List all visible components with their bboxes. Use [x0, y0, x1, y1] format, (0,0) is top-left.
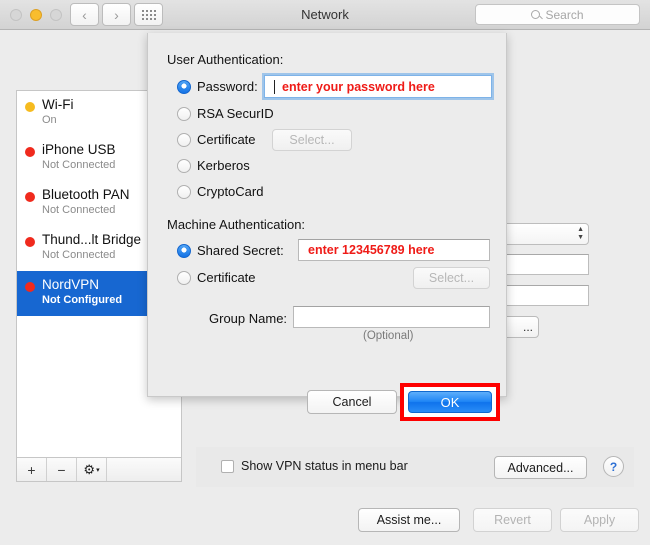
radio-label: CryptoCard [197, 184, 264, 199]
radio-indicator [177, 106, 191, 121]
show-vpn-status-checkbox[interactable]: Show VPN status in menu bar [221, 459, 408, 473]
gear-icon: ⚙ [83, 461, 96, 477]
service-status: Not Connected [42, 204, 116, 216]
password-input[interactable]: enter your password here [264, 75, 492, 98]
machine-certificate-select-button: Select... [413, 267, 490, 289]
radio-kerberos[interactable]: Kerberos [177, 158, 250, 173]
remove-service-button[interactable]: − [47, 458, 77, 481]
show-vpn-status-label: Show VPN status in menu bar [241, 459, 408, 473]
titlebar: ‹ › Network Search [0, 0, 650, 30]
password-value: enter your password here [282, 79, 435, 94]
service-actions-button[interactable]: ⚙ ▾ [77, 458, 107, 481]
user-certificate-select-button: Select... [272, 129, 352, 151]
stepper-icon: ▲ ▼ [577, 226, 584, 241]
service-name: iPhone USB [42, 142, 116, 157]
shared-secret-input[interactable]: enter 123456789 here [298, 239, 490, 261]
service-status: Not Connected [42, 249, 116, 261]
radio-label: Kerberos [197, 158, 250, 173]
search-placeholder: Search [545, 7, 584, 22]
service-name: Bluetooth PAN [42, 187, 130, 202]
revert-button: Revert [473, 508, 552, 532]
radio-label: Certificate [197, 132, 256, 147]
footer-bar: Assist me... Revert Apply [0, 500, 650, 545]
ok-button-highlight: OK [400, 383, 500, 421]
radio-label: Password: [197, 79, 258, 94]
ok-button[interactable]: OK [408, 391, 492, 413]
radio-user-certificate[interactable]: Certificate [177, 132, 256, 147]
configuration-popup[interactable]: ▲ ▼ [493, 223, 589, 245]
group-name-input[interactable] [293, 306, 490, 328]
apply-button: Apply [560, 508, 639, 532]
add-service-button[interactable]: + [17, 458, 47, 481]
radio-indicator [177, 132, 191, 147]
network-preferences-window: ‹ › Network Search Wi-Fi On iPhone USB N… [0, 0, 650, 545]
text-caret [274, 79, 275, 94]
radio-cryptocard[interactable]: CryptoCard [177, 184, 263, 199]
radio-indicator [177, 270, 191, 285]
service-list-toolbar: + − ⚙ ▾ [17, 457, 181, 481]
radio-indicator [177, 79, 191, 94]
radio-machine-certificate[interactable]: Certificate [177, 270, 256, 285]
chevron-down-icon: ▾ [96, 466, 100, 474]
vpn-options-bar: Show VPN status in menu bar Advanced... … [196, 447, 634, 487]
assist-me-button[interactable]: Assist me... [358, 508, 460, 532]
optional-hint: (Optional) [363, 330, 414, 342]
search-icon [531, 10, 541, 19]
advanced-button[interactable]: Advanced... [494, 456, 587, 479]
status-dot [25, 237, 35, 247]
server-address-field[interactable] [493, 254, 589, 275]
service-name: NordVPN [42, 277, 100, 292]
status-dot [25, 147, 35, 157]
service-status: Not Connected [42, 159, 116, 171]
radio-indicator [177, 158, 191, 173]
service-status: Not Configured [42, 294, 123, 306]
status-dot [25, 192, 35, 202]
service-name: Wi-Fi [42, 97, 74, 112]
status-dot [25, 282, 35, 292]
search-input[interactable]: Search [475, 4, 640, 25]
radio-rsa-securid[interactable]: RSA SecurID [177, 106, 274, 121]
account-name-field[interactable] [493, 285, 589, 306]
user-authentication-label: User Authentication: [167, 52, 284, 67]
checkbox-box [221, 459, 234, 473]
radio-shared-secret[interactable]: Shared Secret: [177, 243, 284, 258]
radio-label: Shared Secret: [197, 243, 284, 258]
cancel-button[interactable]: Cancel [307, 390, 397, 414]
help-button[interactable]: ? [603, 456, 624, 477]
machine-authentication-label: Machine Authentication: [167, 217, 306, 232]
shared-secret-value: enter 123456789 here [308, 243, 435, 257]
radio-indicator [177, 243, 191, 258]
status-dot [25, 102, 35, 112]
radio-label: RSA SecurID [197, 106, 274, 121]
radio-password[interactable]: Password: [177, 79, 258, 94]
authentication-settings-sheet: User Authentication: Password: enter you… [147, 33, 507, 421]
service-name: Thund...lt Bridge [42, 232, 142, 247]
group-name-label: Group Name: [209, 311, 288, 326]
radio-label: Certificate [197, 270, 256, 285]
radio-indicator [177, 184, 191, 199]
service-status: On [42, 114, 57, 126]
